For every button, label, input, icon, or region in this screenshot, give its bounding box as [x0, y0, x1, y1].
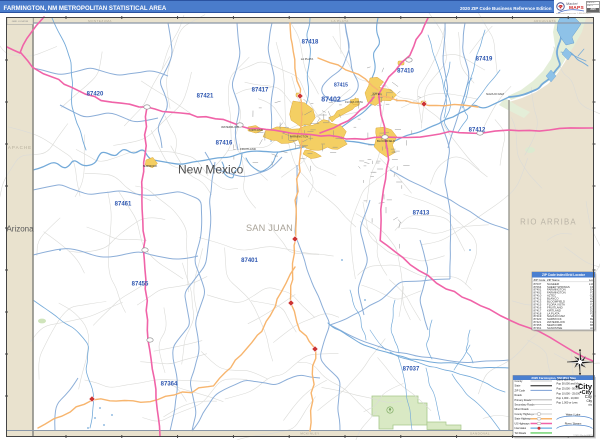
- svg-text:87416: 87416: [216, 141, 233, 147]
- svg-text:87415: 87415: [334, 83, 348, 89]
- svg-text:GRID LOCATOR: GRID LOCATOR: [12, 20, 29, 23]
- svg-text:Minor Roads: Minor Roads: [515, 408, 530, 411]
- svg-text:87401: 87401: [241, 258, 258, 264]
- svg-text:New Mexico: New Mexico: [178, 163, 244, 177]
- svg-text:MONTEZUMA: MONTEZUMA: [88, 19, 112, 23]
- svg-text:US Highways: US Highways: [515, 422, 531, 425]
- svg-text:87420: 87420: [87, 92, 104, 98]
- svg-text:Pop 1,000 - 10,000: Pop 1,000 - 10,000: [557, 396, 580, 400]
- svg-text:Pop 1,000 or Less: Pop 1,000 or Less: [557, 400, 579, 404]
- svg-text:87419: 87419: [476, 57, 493, 63]
- svg-text:87402: 87402: [321, 97, 341, 104]
- svg-text:Interstates: Interstates: [515, 427, 527, 430]
- svg-text:LA PLATA: LA PLATA: [301, 57, 314, 61]
- svg-text:ARCHULETA: ARCHULETA: [534, 19, 556, 23]
- svg-text:RIO ARRIBA: RIO ARRIBA: [520, 218, 577, 227]
- svg-text:Pop 10,000 - 25,000: Pop 10,000 - 25,000: [557, 391, 581, 395]
- svg-text:SANDOVAL: SANDOVAL: [470, 431, 490, 435]
- svg-text:NAVAJO DAM: NAVAJO DAM: [486, 92, 504, 96]
- svg-text:87364: 87364: [161, 382, 178, 388]
- svg-text:87417: 87417: [252, 88, 269, 94]
- svg-text:City: City: [587, 399, 593, 403]
- svg-text:87413: 87413: [413, 211, 430, 217]
- svg-text:MCKINLEY: MCKINLEY: [300, 431, 319, 435]
- svg-text:87461: 87461: [115, 202, 132, 208]
- svg-text:WATERFLOW: WATERFLOW: [221, 125, 239, 129]
- svg-text:87455: 87455: [132, 282, 149, 288]
- svg-text:BLOOMFIELD: BLOOMFIELD: [377, 139, 395, 143]
- svg-text:FLORA VISTA: FLORA VISTA: [345, 100, 363, 104]
- svg-text:87412: 87412: [469, 128, 486, 134]
- svg-text:Primary Roads: Primary Roads: [515, 399, 532, 402]
- svg-text:87421: 87421: [197, 94, 214, 100]
- svg-text:County: County: [515, 380, 524, 383]
- svg-text:87410: 87410: [397, 69, 414, 75]
- svg-text:AZTEC: AZTEC: [372, 92, 381, 96]
- svg-text:Cities with Pops: Cities with Pops: [557, 377, 576, 381]
- svg-text:State Highways: State Highways: [515, 418, 533, 421]
- svg-text:SHIPROCK: SHIPROCK: [143, 164, 158, 168]
- svg-text:Arizona: Arizona: [6, 225, 34, 234]
- svg-text:Roads: Roads: [515, 394, 523, 397]
- svg-text:Toll Roads: Toll Roads: [515, 432, 527, 435]
- svg-text:Pop 25,000 - 50,000: Pop 25,000 - 50,000: [557, 386, 581, 390]
- svg-text:87037: 87037: [403, 367, 420, 373]
- svg-text:APACHE: APACHE: [8, 145, 32, 150]
- svg-text:LA PLATA: LA PLATA: [331, 19, 348, 23]
- svg-text:FRUITLAND: FRUITLAND: [240, 147, 256, 151]
- svg-text:Secondary Roads: Secondary Roads: [515, 404, 536, 407]
- svg-text:87418: 87418: [302, 40, 319, 46]
- svg-text:ZIP Code: ZIP Code: [515, 389, 526, 392]
- svg-text:SANOSTEE: SANOSTEE: [547, 326, 562, 330]
- svg-text:87461: 87461: [534, 326, 542, 330]
- svg-text:State: State: [515, 385, 521, 388]
- svg-text:KIRTLAND: KIRTLAND: [249, 128, 263, 132]
- svg-text:SAN JUAN: SAN JUAN: [246, 223, 293, 233]
- svg-text:FARMINGTON: FARMINGTON: [290, 135, 309, 139]
- svg-text:ZIP Code Index/Grid Locator: ZIP Code Index/Grid Locator: [542, 273, 586, 277]
